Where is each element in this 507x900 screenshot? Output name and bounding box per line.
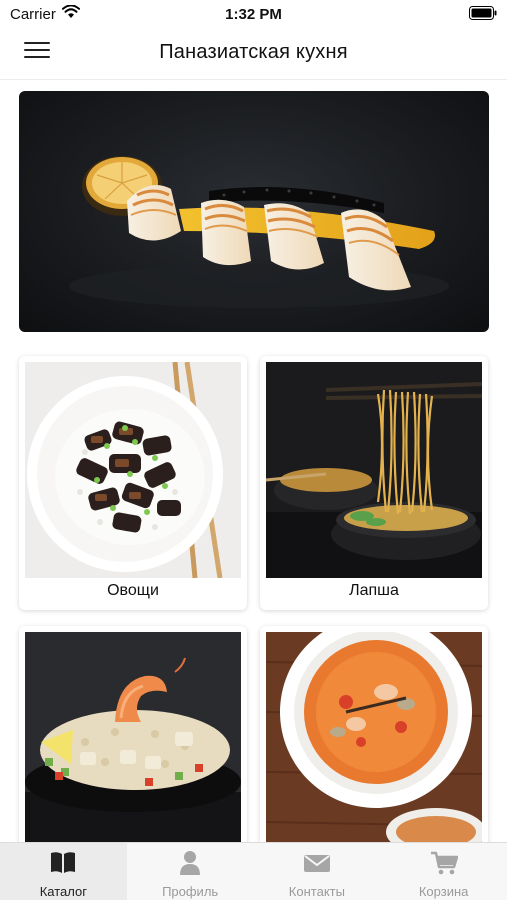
navigation-bar: Паназиатская кухня bbox=[0, 28, 507, 80]
category-card-shrimp-rice[interactable] bbox=[19, 626, 247, 856]
category-card-noodles[interactable]: Лапша bbox=[260, 356, 488, 610]
category-label: Лапша bbox=[349, 582, 399, 599]
tab-bar: Каталог Профиль Контакты Корзина bbox=[0, 842, 507, 900]
promo-banner[interactable] bbox=[19, 91, 489, 332]
tab-label: Каталог bbox=[39, 884, 87, 899]
tab-label: Профиль bbox=[162, 884, 219, 899]
tab-cart[interactable]: Корзина bbox=[380, 843, 507, 900]
tab-profile[interactable]: Профиль bbox=[127, 843, 254, 900]
tab-label: Контакты bbox=[288, 884, 345, 899]
noodles-image bbox=[266, 362, 482, 578]
book-icon bbox=[51, 852, 76, 873]
person-icon bbox=[180, 851, 201, 875]
tab-catalog[interactable]: Каталог bbox=[0, 843, 127, 900]
battery-icon bbox=[469, 6, 497, 20]
category-card-soup[interactable] bbox=[260, 626, 488, 856]
category-card-vegetables[interactable]: Овощи bbox=[19, 356, 247, 610]
page-title: Паназиатская кухня bbox=[159, 41, 348, 63]
eggplant-rice-image bbox=[25, 362, 241, 578]
tab-label: Корзина bbox=[418, 884, 469, 899]
grilled-fish-banner-image bbox=[69, 156, 449, 308]
tab-contacts[interactable]: Контакты bbox=[254, 843, 381, 900]
tom-yum-soup-image bbox=[266, 632, 482, 848]
envelope-icon bbox=[303, 855, 330, 872]
cart-icon bbox=[430, 851, 458, 875]
status-time: 1:32 PM bbox=[225, 6, 282, 23]
status-bar: Carrier 1:32 PM bbox=[0, 0, 507, 28]
category-label: Овощи bbox=[107, 582, 159, 599]
shrimp-rice-image bbox=[25, 632, 241, 848]
